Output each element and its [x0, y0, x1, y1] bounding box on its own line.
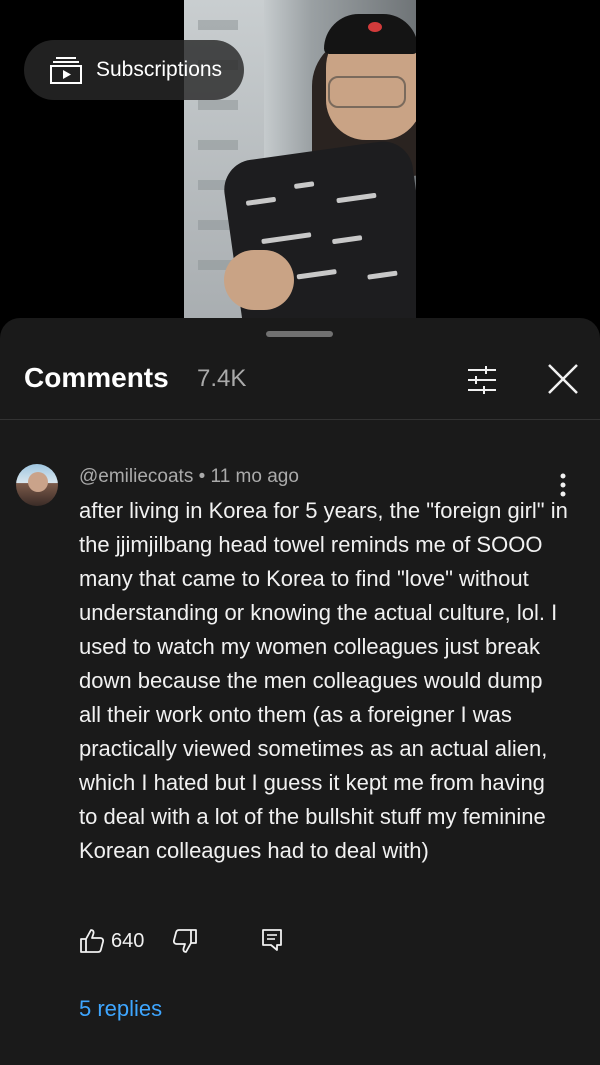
header-divider [0, 419, 600, 420]
comment-reply-icon[interactable] [261, 928, 283, 952]
video-player[interactable]: Subscriptions [0, 0, 600, 318]
subscriptions-chip[interactable]: Subscriptions [24, 40, 244, 100]
subscriptions-icon [50, 57, 82, 84]
subscriptions-label: Subscriptions [96, 58, 223, 81]
avatar[interactable] [16, 464, 58, 506]
like-count: 640 [111, 929, 145, 952]
comment-actions: 640 [79, 926, 282, 956]
comments-sheet: Comments 7.4K @emiliecoats • 11 mo ago a… [0, 318, 600, 1065]
comments-header: Comments 7.4K [0, 346, 600, 418]
person-cap [324, 14, 416, 54]
comments-count: 7.4K [197, 365, 247, 392]
view-replies-link[interactable]: 5 replies [79, 996, 162, 1022]
sliders-icon[interactable] [464, 362, 500, 398]
comment-meta: @emiliecoats • 11 mo ago [79, 466, 299, 487]
person-hand [224, 250, 294, 310]
drag-handle[interactable] [266, 331, 333, 337]
thumb-up-icon[interactable] [79, 928, 105, 954]
comment-text: after living in Korea for 5 years, the "… [79, 498, 568, 863]
thumb-down-icon[interactable] [172, 928, 198, 954]
person-glasses [328, 76, 406, 108]
close-icon[interactable] [544, 360, 582, 398]
comments-title: Comments [24, 362, 169, 393]
